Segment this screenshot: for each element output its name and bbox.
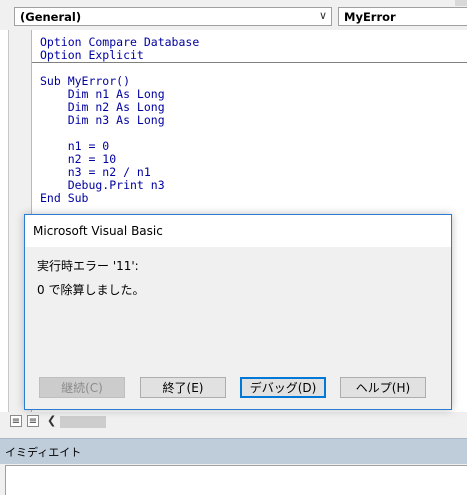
immediate-window-title: イミディエイト <box>5 446 82 459</box>
code-window-toolbar: (General) ∨ MyError <box>0 0 467 30</box>
object-combo[interactable]: (General) ∨ <box>14 7 332 26</box>
runtime-error-dialog: Microsoft Visual Basic 実行時エラー '11': 0 で除… <box>24 214 452 410</box>
error-number-text: 実行時エラー '11': <box>37 259 139 273</box>
immediate-window-titlebar: イミディエイト <box>0 438 467 464</box>
continue-button[interactable]: 継続(C) <box>39 377 125 398</box>
object-combo-value: (General) <box>20 10 82 24</box>
full-module-view-icon[interactable]: ≡ <box>27 415 39 427</box>
editor-gutter <box>0 30 9 412</box>
immediate-window-body[interactable] <box>5 465 467 495</box>
procedure-separator <box>32 62 467 63</box>
error-message-text: 0 で除算しました。 <box>37 283 145 297</box>
help-button[interactable]: ヘルプ(H) <box>340 377 426 398</box>
code-line[interactable]: Option Explicit <box>40 49 144 62</box>
editor-status-strip: ≡ ≡ ❮ <box>0 412 467 432</box>
procedure-view-icon[interactable]: ≡ <box>10 415 22 427</box>
window-edge <box>455 0 467 6</box>
debug-button[interactable]: デバッグ(D) <box>240 377 326 398</box>
horizontal-scrollbar-thumb[interactable] <box>60 416 106 428</box>
dialog-titlebar[interactable]: Microsoft Visual Basic <box>25 215 451 247</box>
procedure-combo[interactable]: MyError <box>338 7 467 26</box>
dialog-title: Microsoft Visual Basic <box>33 224 163 238</box>
chevron-down-icon[interactable]: ∨ <box>319 9 327 22</box>
code-line[interactable]: End Sub <box>40 192 88 205</box>
procedure-combo-value: MyError <box>344 10 396 24</box>
code-line[interactable]: Dim n3 As Long <box>40 114 165 127</box>
end-button[interactable]: 終了(E) <box>140 377 226 398</box>
scroll-left-icon[interactable]: ❮ <box>47 414 56 427</box>
